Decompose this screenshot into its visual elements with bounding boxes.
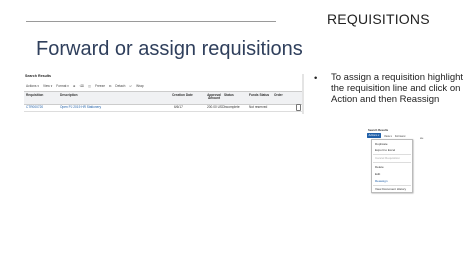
delete-icon[interactable]: ⌫ (80, 84, 85, 88)
format-menu-button[interactable]: Format ▾ (56, 84, 69, 88)
description-link[interactable]: Open PJ 2019 HR Stationery (60, 105, 101, 109)
column-header-funds-status[interactable]: Funds Status (249, 93, 269, 97)
menu-item-delete[interactable]: Delete (375, 165, 384, 169)
format-button[interactable]: Format ▾ (395, 134, 406, 138)
view-button[interactable]: View ▾ (384, 134, 392, 138)
column-header-requisition[interactable]: Requisition (26, 93, 43, 97)
approval-amount-cell: 200.00 USD (207, 104, 225, 109)
section-label: REQUISITIONS (327, 11, 430, 27)
detach-icon[interactable]: ⧉ (109, 84, 111, 88)
menu-toolbar: Actions ▾ View ▾ Format ▾ (366, 133, 424, 138)
document-icon[interactable] (296, 104, 301, 111)
detach-button[interactable]: Detach (115, 84, 125, 88)
menu-divider (373, 154, 411, 155)
column-header-description[interactable]: Description (60, 93, 78, 97)
slide-title: Forward or assign requisitions (36, 38, 303, 60)
menu-divider (373, 185, 411, 186)
truncated-column-label: ate (420, 137, 424, 140)
vertical-scrollbar[interactable] (302, 74, 304, 114)
menu-item-cancel-requisition: Cancel Requisition (375, 156, 401, 160)
bullet-marker: • (314, 73, 318, 84)
actions-dropdown: Duplicate Export to Excel Cancel Requisi… (371, 139, 413, 193)
column-header-creation-date[interactable]: Creation Date (172, 93, 193, 97)
freeze-icon[interactable]: ◫ (88, 84, 91, 88)
wrap-icon[interactable]: ↵ (129, 84, 132, 88)
status-cell: Incomplete (224, 104, 240, 109)
search-results-panel: Search Results Actions ▾ View ▾ Format ▾… (24, 74, 304, 124)
view-menu-button[interactable]: View ▾ (43, 84, 52, 88)
column-header-status[interactable]: Status (224, 93, 234, 97)
add-icon[interactable]: ⊕ (73, 84, 76, 88)
instruction-text: To assign a requisition highlight the re… (331, 72, 464, 105)
menu-panel-title: Search Results (368, 128, 389, 132)
top-divider (26, 21, 276, 22)
results-toolbar: Actions ▾ View ▾ Format ▾ ⊕ ⌫ ◫ Freeze ⧉… (26, 83, 144, 88)
actions-menu-button[interactable]: Actions ▾ (26, 84, 39, 88)
search-results-title: Search Results (25, 74, 51, 78)
menu-divider (373, 162, 411, 163)
menu-item-edit[interactable]: Edit (375, 172, 380, 176)
menu-item-reassign[interactable]: Reassign (375, 179, 388, 183)
funds-status-cell: Not reserved (249, 104, 268, 109)
actions-menu-panel: Search Results Actions ▾ View ▾ Format ▾… (365, 128, 425, 194)
freeze-button[interactable]: Freeze (95, 84, 105, 88)
requisition-link[interactable]: CTR000720 (26, 105, 43, 109)
menu-item-duplicate[interactable]: Duplicate (375, 142, 388, 146)
menu-item-export-to-excel[interactable]: Export to Excel (375, 148, 395, 152)
table-row[interactable]: CTR000720 Open PJ 2019 HR Stationery 6/6… (24, 103, 304, 112)
menu-item-view-document-history[interactable]: View Document History (375, 187, 406, 191)
wrap-button[interactable]: Wrap (136, 84, 144, 88)
column-header-approval-amount[interactable]: Approval Amount (206, 93, 222, 101)
column-header-order[interactable]: Order (274, 93, 283, 97)
actions-button[interactable]: Actions ▾ (367, 133, 381, 138)
creation-date-cell: 6/6/17 (174, 104, 183, 109)
